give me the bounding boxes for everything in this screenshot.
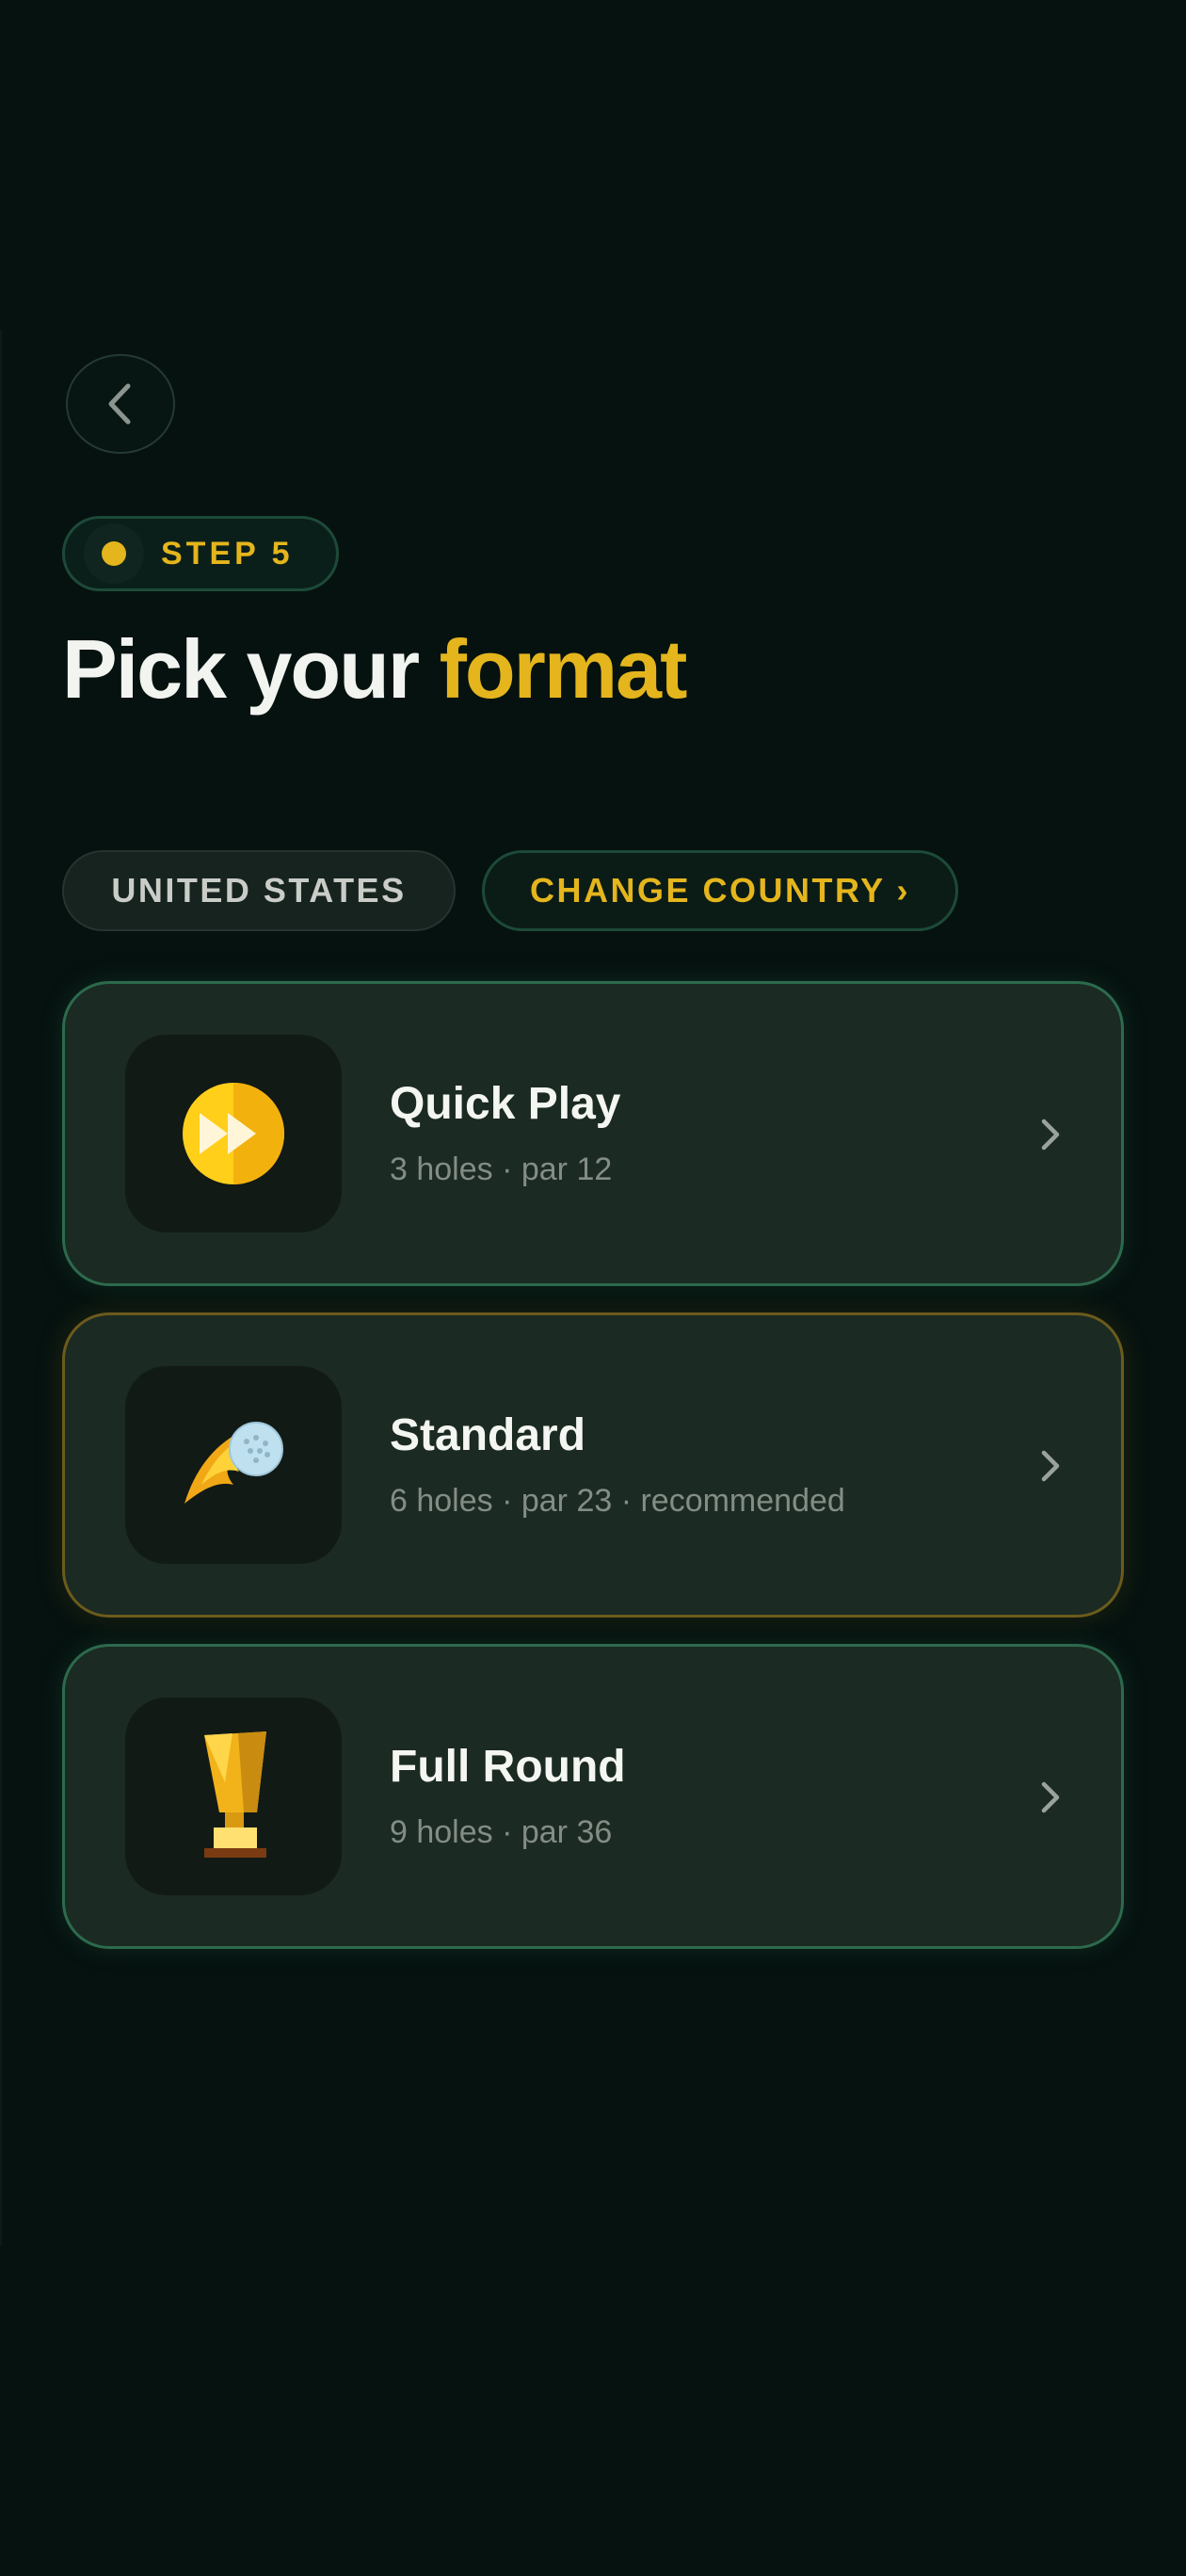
page-title: Pick your format [62, 621, 688, 717]
trophy-icon [204, 1731, 266, 1858]
step-dot-icon [102, 541, 126, 566]
format-subtitle: 3 holes · par 12 [390, 1151, 613, 1187]
fast-forward-icon [183, 1083, 284, 1184]
format-icon-box [125, 1366, 342, 1564]
page-title-prefix: Pick your [62, 622, 440, 716]
current-country-chip: UNITED STATES [62, 850, 456, 931]
chevron-right-icon [1041, 1119, 1060, 1151]
step-badge: STEP 5 [62, 516, 339, 591]
format-subtitle: 9 holes · par 36 [390, 1814, 613, 1850]
back-button[interactable] [66, 354, 175, 454]
change-country-button[interactable]: CHANGE COUNTRY › [482, 850, 958, 931]
content-edge-divider [0, 330, 2, 2246]
format-subtitle: 6 holes · par 23 · recommended [390, 1483, 845, 1519]
format-card-quick-play[interactable]: Quick Play 3 holes · par 12 [62, 981, 1124, 1286]
step-indicator [84, 523, 144, 584]
chevron-right-icon [1041, 1450, 1060, 1482]
chevron-left-icon [108, 383, 131, 425]
step-label: STEP 5 [161, 535, 294, 572]
comet-golf-ball-icon [184, 1422, 283, 1504]
format-title: Full Round [390, 1742, 626, 1792]
format-title: Quick Play [390, 1079, 621, 1129]
format-card-standard[interactable]: Standard 6 holes · par 23 · recommended [62, 1312, 1124, 1618]
format-screen: STEP 5 Pick your format UNITED STATES CH… [0, 0, 1186, 2576]
format-icon-box [125, 1698, 342, 1895]
format-card-full-round[interactable]: Full Round 9 holes · par 36 [62, 1644, 1124, 1949]
format-icon-box [125, 1035, 342, 1232]
format-title: Standard [390, 1410, 586, 1460]
chevron-right-icon [1041, 1781, 1060, 1813]
page-title-accent: format [439, 622, 688, 716]
